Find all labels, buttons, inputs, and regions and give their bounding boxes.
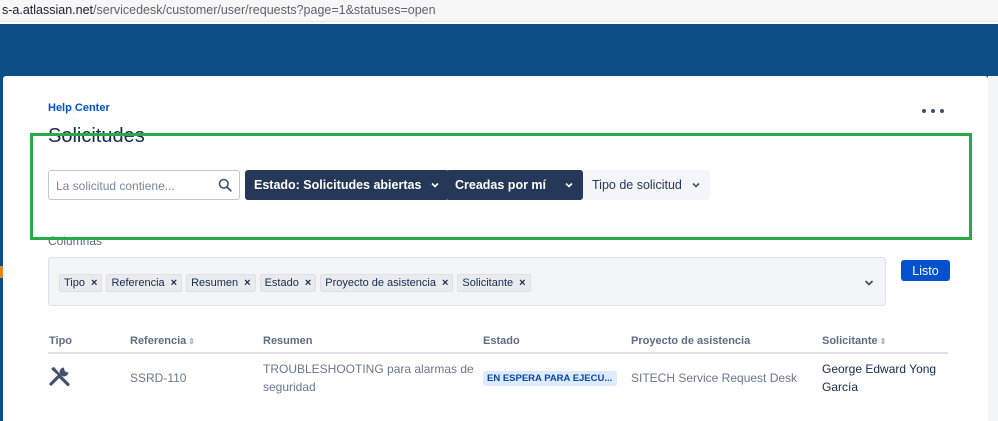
ellipsis-icon[interactable] <box>922 103 944 119</box>
column-header-referencia[interactable]: Referencia ⇕ <box>130 335 195 347</box>
url-text[interactable]: s-a.atlassian.net/servicedesk/customer/u… <box>2 3 436 17</box>
requester-line: García <box>822 380 859 394</box>
requests-card: Help Center Solicitudes La solicitud con… <box>3 76 988 421</box>
requester-line: George Edward Yong <box>822 362 937 376</box>
column-header-estado[interactable]: Estado <box>483 335 520 347</box>
url-host: s-a.atlassian.net <box>2 3 94 17</box>
remove-chip-icon[interactable]: × <box>442 277 448 289</box>
done-button[interactable]: Listo <box>901 260 950 281</box>
tools-icon <box>49 367 70 387</box>
column-chip-label: Resumen <box>191 277 239 289</box>
column-chip-label: Solicitante <box>462 277 514 289</box>
chevron-down-icon[interactable] <box>863 277 875 289</box>
column-chip-estado: Estado × <box>259 274 317 292</box>
columns-highlight-box <box>30 133 972 240</box>
column-header-tipo[interactable]: Tipo <box>49 335 72 347</box>
request-reference-link[interactable]: SSRD-110 <box>130 369 186 387</box>
request-summary-link[interactable]: TROUBLESHOOTING para alarmas de segurida… <box>263 360 474 396</box>
remove-chip-icon[interactable]: × <box>244 277 250 289</box>
url-path: /servicedesk/customer/user/requests?page… <box>93 3 436 17</box>
columns-select[interactable]: Tipo × Referencia × Resumen × Estado × Proye… <box>48 257 886 306</box>
right-edge-strip <box>988 76 998 421</box>
browser-address-bar[interactable]: s-a.atlassian.net/servicedesk/customer/u… <box>0 0 998 22</box>
status-badge: EN ESPERA PARA EJECU... <box>483 371 617 386</box>
column-chips: Tipo × Referencia × Resumen × Estado × Proye… <box>59 274 531 292</box>
breadcrumb-help-center[interactable]: Help Center <box>48 102 110 114</box>
column-chip-referencia: Referencia × <box>106 274 183 292</box>
sort-icon: ⇕ <box>879 337 887 346</box>
request-requester: George Edward Yong García <box>822 360 936 396</box>
column-chip-label: Tipo <box>64 277 85 289</box>
summary-line: seguridad <box>263 380 316 394</box>
request-project: SITECH Service Request Desk <box>631 371 798 385</box>
column-header-label: Referencia <box>130 335 187 347</box>
column-chip-label: Referencia <box>111 277 165 289</box>
column-chip-tipo: Tipo × <box>59 274 103 292</box>
column-chip-solicitante: Solicitante × <box>457 274 531 292</box>
column-chip-proyecto: Proyecto de asistencia × <box>320 274 454 292</box>
summary-line: TROUBLESHOOTING para alarmas de <box>263 362 474 376</box>
column-chip-label: Estado <box>264 277 299 289</box>
column-chip-label: Proyecto de asistencia <box>325 277 436 289</box>
remove-chip-icon[interactable]: × <box>171 277 177 289</box>
column-header-solicitante[interactable]: Solicitante ⇕ <box>822 335 886 347</box>
column-header-label: Solicitante <box>822 335 878 347</box>
remove-chip-icon[interactable]: × <box>519 277 525 289</box>
column-header-proyecto[interactable]: Proyecto de asistencia <box>631 335 750 347</box>
sort-icon: ⇕ <box>188 337 195 346</box>
table-header-divider <box>48 352 948 354</box>
column-chip-resumen: Resumen × <box>186 274 256 292</box>
remove-chip-icon[interactable]: × <box>91 277 97 289</box>
column-header-resumen[interactable]: Resumen <box>263 335 313 347</box>
remove-chip-icon[interactable]: × <box>305 277 311 289</box>
